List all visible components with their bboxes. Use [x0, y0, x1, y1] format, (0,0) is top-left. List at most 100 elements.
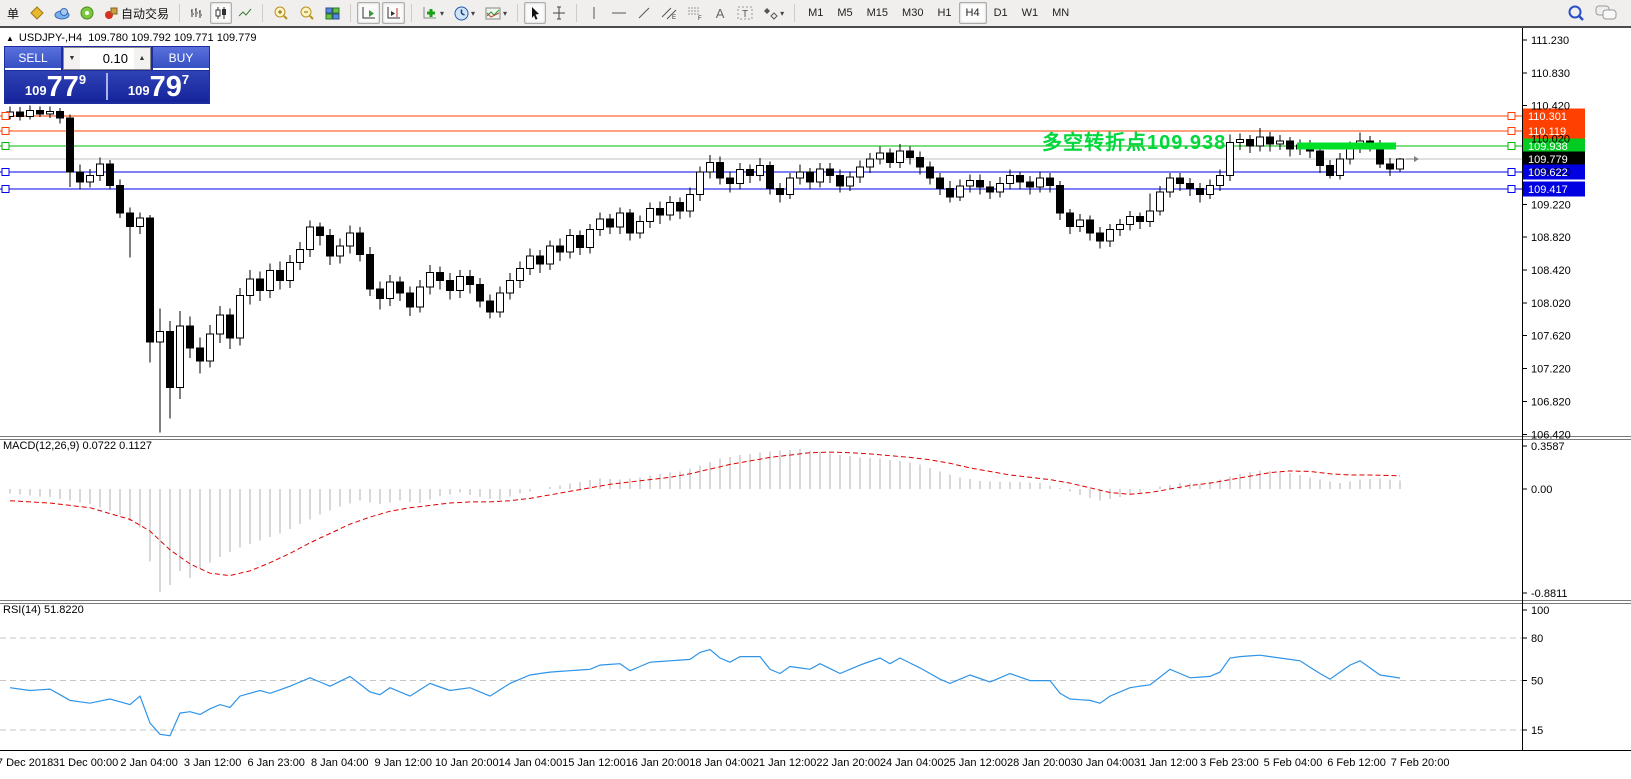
separator — [576, 4, 577, 22]
svg-text:80: 80 — [1531, 633, 1543, 645]
buy-price-prefix: 109 — [128, 83, 150, 98]
vertical-line-tool[interactable] — [583, 2, 605, 24]
svg-text:6 Jan 23:00: 6 Jan 23:00 — [247, 757, 305, 769]
sell-price-big: 77 — [47, 74, 79, 100]
svg-text:2 Jan 04:00: 2 Jan 04:00 — [120, 757, 178, 769]
arrows-tool[interactable]: ▾ — [759, 2, 788, 24]
svg-text:15: 15 — [1531, 725, 1543, 737]
svg-text:24 Jan 04:00: 24 Jan 04:00 — [880, 757, 944, 769]
crosshair-tool[interactable] — [548, 2, 570, 24]
autotrade-label: 自动交易 — [121, 5, 169, 22]
channel-tool[interactable]: E — [657, 2, 681, 24]
buy-price-big: 79 — [150, 74, 182, 100]
buy-button[interactable]: BUY — [153, 47, 209, 70]
text-tool[interactable]: A — [709, 2, 731, 24]
svg-text:108.820: 108.820 — [1531, 232, 1571, 244]
symbol-period: USDJPY-,H4 — [19, 32, 82, 44]
chart-canvas[interactable]: 111.230110.830110.420110.020109.620109.2… — [0, 27, 1631, 774]
macd-indicator-label: MACD(12,26,9) 0.0722 0.1127 — [3, 440, 152, 452]
search-icon[interactable] — [1567, 4, 1585, 22]
volume-value[interactable]: 0.10 — [80, 48, 134, 69]
buy-price[interactable]: 109797 — [108, 71, 209, 102]
svg-text:3 Jan 12:00: 3 Jan 12:00 — [184, 757, 242, 769]
chevron-down-icon: ▾ — [780, 9, 784, 18]
timeframe-m30[interactable]: M30 — [895, 2, 930, 24]
styler-icon[interactable] — [26, 2, 48, 24]
separator — [262, 4, 263, 22]
auto-scroll-icon[interactable] — [357, 2, 380, 24]
timeframe-d1[interactable]: D1 — [987, 2, 1015, 24]
svg-text:110.301: 110.301 — [1528, 111, 1567, 123]
svg-text:22 Jan 20:00: 22 Jan 20:00 — [816, 757, 880, 769]
svg-text:30 Jan 04:00: 30 Jan 04:00 — [1071, 757, 1135, 769]
svg-text:16 Jan 20:00: 16 Jan 20:00 — [626, 757, 690, 769]
svg-text:107.220: 107.220 — [1531, 364, 1571, 376]
signals-icon[interactable] — [76, 2, 98, 24]
svg-text:F: F — [698, 16, 702, 20]
timeframe-mn[interactable]: MN — [1045, 2, 1076, 24]
svg-text:E: E — [672, 15, 676, 20]
chevron-down-icon: ▾ — [440, 9, 444, 18]
svg-text:108.420: 108.420 — [1531, 265, 1571, 277]
volume-increase-button[interactable]: ▲ — [134, 48, 150, 69]
svg-text:18 Jan 04:00: 18 Jan 04:00 — [689, 757, 753, 769]
zoom-in-icon[interactable] — [269, 2, 293, 24]
volume-decrease-button[interactable]: ▼ — [64, 48, 80, 69]
bar-chart-icon[interactable] — [186, 2, 208, 24]
sell-price[interactable]: 109779 — [5, 71, 106, 102]
line-chart-icon[interactable] — [234, 2, 256, 24]
autotrade-icon — [104, 6, 118, 20]
separator — [794, 4, 795, 22]
timeframe-w1[interactable]: W1 — [1015, 2, 1046, 24]
ohlc-open: 109.780 — [88, 32, 128, 44]
chevron-down-icon: ▾ — [471, 9, 475, 18]
svg-text:5 Feb 04:00: 5 Feb 04:00 — [1264, 757, 1323, 769]
svg-text:109.938: 109.938 — [1528, 141, 1568, 153]
svg-text:21 Jan 12:00: 21 Jan 12:00 — [753, 757, 817, 769]
horizontal-line-tool[interactable] — [607, 2, 631, 24]
svg-text:7 Feb 20:00: 7 Feb 20:00 — [1391, 757, 1450, 769]
svg-text:107.620: 107.620 — [1531, 331, 1571, 343]
svg-text:100: 100 — [1531, 605, 1549, 617]
svg-text:27 Dec 2018: 27 Dec 2018 — [0, 757, 53, 769]
svg-text:31 Jan 12:00: 31 Jan 12:00 — [1134, 757, 1198, 769]
autotrade-button[interactable]: 自动交易 — [100, 2, 173, 24]
zoom-out-icon[interactable] — [295, 2, 319, 24]
svg-text:109.220: 109.220 — [1531, 199, 1571, 211]
collapse-panel-icon[interactable]: ▲ — [6, 34, 14, 43]
periods-button[interactable]: ▾ — [450, 2, 479, 24]
svg-text:109.622: 109.622 — [1528, 167, 1568, 179]
chat-icon[interactable] — [1595, 5, 1617, 21]
add-indicator-button[interactable]: ▾ — [418, 2, 448, 24]
sell-price-sup: 9 — [79, 72, 86, 87]
trendline-tool[interactable] — [633, 2, 655, 24]
timeframe-m1[interactable]: M1 — [801, 2, 830, 24]
buy-price-sup: 7 — [182, 72, 189, 87]
fibonacci-tool[interactable]: F — [683, 2, 707, 24]
svg-text:109.779: 109.779 — [1528, 154, 1568, 166]
svg-text:31 Dec 00:00: 31 Dec 00:00 — [53, 757, 118, 769]
cursor-tool[interactable] — [524, 2, 546, 24]
candle-chart-icon[interactable] — [210, 2, 232, 24]
svg-text:14 Jan 04:00: 14 Jan 04:00 — [499, 757, 563, 769]
timeframe-h1[interactable]: H1 — [930, 2, 958, 24]
separator — [517, 4, 518, 22]
svg-text:111.230: 111.230 — [1531, 35, 1569, 47]
timeframe-h4[interactable]: H4 — [959, 2, 987, 24]
timeframe-bar: M1M5M15M30H1H4D1W1MN — [801, 2, 1076, 24]
svg-text:3 Feb 23:00: 3 Feb 23:00 — [1200, 757, 1259, 769]
svg-text:10 Jan 20:00: 10 Jan 20:00 — [435, 757, 499, 769]
ohlc-close: 109.779 — [217, 32, 257, 44]
pivot-annotation[interactable]: 多空转折点109.938 — [1042, 126, 1226, 155]
label-tool[interactable]: T — [733, 2, 757, 24]
templates-button[interactable]: ▾ — [481, 2, 511, 24]
new-order-button[interactable]: 单 — [2, 2, 24, 24]
chart-shift-icon[interactable] — [382, 2, 405, 24]
one-click-trading-panel: SELL ▼ 0.10 ▲ BUY 109779 109797 — [4, 46, 210, 104]
sell-button[interactable]: SELL — [5, 47, 61, 70]
timeframe-m5[interactable]: M5 — [830, 2, 859, 24]
market-icon[interactable] — [50, 2, 74, 24]
svg-text:108.020: 108.020 — [1531, 298, 1571, 310]
tile-windows-icon[interactable] — [321, 2, 344, 24]
timeframe-m15[interactable]: M15 — [860, 2, 895, 24]
